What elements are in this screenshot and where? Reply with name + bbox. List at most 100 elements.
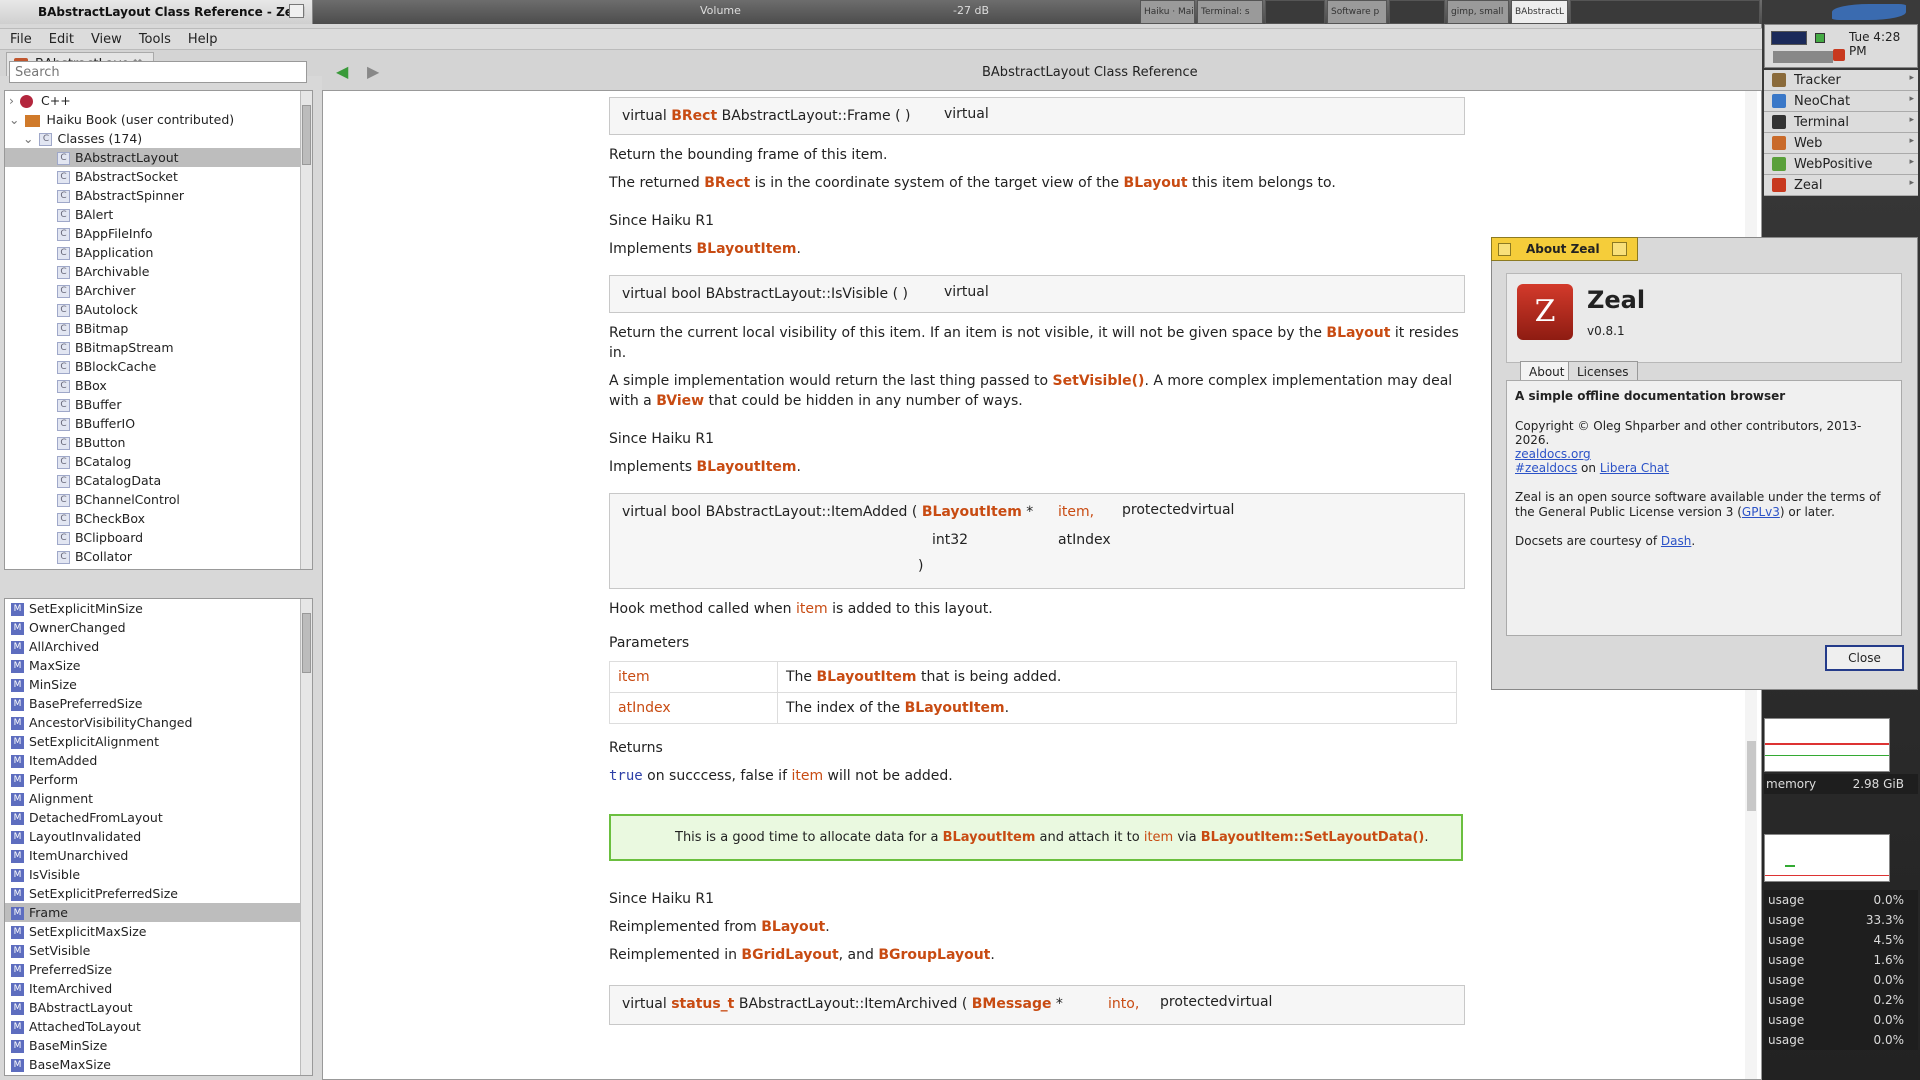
menu-file[interactable]: File <box>0 29 39 47</box>
tree-item-class[interactable]: C BBufferIO <box>5 414 312 433</box>
tree-item-class[interactable]: C BCheckBox <box>5 509 312 528</box>
symbol-item[interactable]: M ItemArchived <box>5 979 312 998</box>
taskbar-item-active[interactable]: BAbstractL <box>1511 0 1568 24</box>
taskbar-item[interactable]: Software p <box>1327 0 1387 24</box>
blayoutitem-link[interactable]: BLayoutItem <box>817 669 917 685</box>
blayout-link[interactable]: BLayout <box>761 919 825 935</box>
blayoutitem-link[interactable]: BLayoutItem <box>943 830 1036 845</box>
zoom-button[interactable] <box>289 4 304 18</box>
taskbar-item[interactable] <box>1389 0 1445 24</box>
symbol-item[interactable]: M MaxSize <box>5 656 312 675</box>
taskbar-item[interactable]: gimp, small <box>1447 0 1509 24</box>
tree-item-class[interactable]: C BBitmap <box>5 319 312 338</box>
bmessage-link[interactable]: BMessage <box>972 996 1052 1012</box>
tree-item-class[interactable]: C BChannelControl <box>5 490 312 509</box>
dash-link[interactable]: Dash <box>1661 534 1691 548</box>
tree-item-class[interactable]: C BAppFileInfo <box>5 224 312 243</box>
tree-item-class[interactable]: C BAbstractSpinner <box>5 186 312 205</box>
tab-licenses[interactable]: Licenses <box>1568 361 1638 381</box>
taskbar-item[interactable] <box>1570 0 1760 24</box>
symbol-item[interactable]: M BasePreferredSize <box>5 694 312 713</box>
deskbar-item-webpositive[interactable]: WebPositive ▸ <box>1764 154 1918 175</box>
clock[interactable]: Tue 4:28 PM <box>1849 30 1917 58</box>
gplv3-link[interactable]: GPLv3 <box>1742 505 1780 519</box>
menu-edit[interactable]: Edit <box>39 29 81 47</box>
tree-item-class[interactable]: C BApplication <box>5 243 312 262</box>
tree-item-class[interactable]: C BCatalog <box>5 452 312 471</box>
website-link[interactable]: zealdocs.org <box>1515 447 1591 461</box>
symbol-item[interactable]: M SetVisible <box>5 941 312 960</box>
symbol-item[interactable]: M DetachedFromLayout <box>5 808 312 827</box>
taskbar-item[interactable] <box>1265 0 1325 24</box>
tray-icons[interactable] <box>1773 51 1833 63</box>
tree-item-class[interactable]: C BBitmapStream <box>5 338 312 357</box>
symbol-item[interactable]: M Perform <box>5 770 312 789</box>
tree-item-class[interactable]: C BAbstractLayout <box>5 148 312 167</box>
symbol-item[interactable]: M SetExplicitMinSize <box>5 599 312 618</box>
blayout-link[interactable]: BLayout <box>1124 175 1188 191</box>
symbol-item[interactable]: M BaseMinSize <box>5 1036 312 1055</box>
menu-help[interactable]: Help <box>178 29 225 47</box>
tree-item-class[interactable]: C BAlert <box>5 205 312 224</box>
tree-item-class[interactable]: C BCollator <box>5 547 312 566</box>
symbol-item[interactable]: M Frame <box>5 903 312 922</box>
symbol-item[interactable]: M Alignment <box>5 789 312 808</box>
libera-chat-link[interactable]: Libera Chat <box>1600 461 1669 475</box>
status-t-link[interactable]: status_t <box>671 996 734 1012</box>
menu-tools[interactable]: Tools <box>129 29 178 47</box>
window-title-tab[interactable]: BAbstractLayout Class Reference - Zeal <box>0 0 313 24</box>
symbol-item[interactable]: M BaseMaxSize <box>5 1055 312 1074</box>
irc-link[interactable]: #zealdocs <box>1515 461 1577 475</box>
symbol-item[interactable]: M AncestorVisibilityChanged <box>5 713 312 732</box>
symbol-item[interactable]: M LayoutInvalidated <box>5 827 312 846</box>
symbol-item[interactable]: M ItemUnarchived <box>5 846 312 865</box>
zoom-button[interactable] <box>1612 242 1627 256</box>
close-button[interactable]: Close <box>1825 645 1904 671</box>
brect-link[interactable]: BRect <box>704 175 750 191</box>
brect-link[interactable]: BRect <box>671 108 717 124</box>
blayoutitem-link[interactable]: BLayoutItem <box>905 700 1005 716</box>
deskbar-item-web[interactable]: Web ▸ <box>1764 133 1918 154</box>
bgridlayout-link[interactable]: BGridLayout <box>741 947 838 963</box>
tree-item-class[interactable]: C BBlockCache <box>5 357 312 376</box>
search-input[interactable]: Search <box>9 61 307 83</box>
tree-item-cpp[interactable]: › C++ <box>5 91 312 110</box>
menu-view[interactable]: View <box>81 29 129 47</box>
forward-arrow-icon[interactable]: ▶ <box>367 62 379 81</box>
symbol-list[interactable]: M SetExplicitMinSize M OwnerChanged M AllArch… <box>4 598 313 1076</box>
deskbar-item-tracker[interactable]: Tracker ▸ <box>1764 70 1918 91</box>
setlayoutdata-link[interactable]: BLayoutItem::SetLayoutData() <box>1201 830 1425 845</box>
symbol-item[interactable]: M OwnerChanged <box>5 618 312 637</box>
volume-label[interactable]: Volume <box>700 4 741 17</box>
close-box[interactable] <box>1498 243 1511 256</box>
tree-item-class[interactable]: C BAbstractSocket <box>5 167 312 186</box>
tab-about[interactable]: About <box>1520 361 1574 381</box>
deskbar-item-neochat[interactable]: NeoChat ▸ <box>1764 91 1918 112</box>
tree-item-class[interactable]: C BAutolock <box>5 300 312 319</box>
haiku-leaf-icon[interactable] <box>1832 4 1906 20</box>
deskbar-item-zeal[interactable]: Zeal ▸ <box>1764 175 1918 196</box>
tree-item-class[interactable]: C BArchiver <box>5 281 312 300</box>
setvisible-link[interactable]: SetVisible() <box>1053 373 1145 389</box>
cpu-meter-icon[interactable] <box>1771 31 1807 45</box>
blayout-link[interactable]: BLayout <box>1326 325 1390 341</box>
symbol-item[interactable]: M BAbstractLayout <box>5 998 312 1017</box>
tree-scrollbar[interactable] <box>300 91 312 569</box>
taskbar-item[interactable]: Haiku · Mai <box>1140 0 1195 24</box>
zeal-tray-icon[interactable] <box>1833 49 1845 61</box>
symbol-item[interactable]: M PreferredSize <box>5 960 312 979</box>
bgrouplayout-link[interactable]: BGroupLayout <box>878 947 990 963</box>
blayoutitem-link[interactable]: BLayoutItem <box>697 241 797 257</box>
tree-item-class[interactable]: C BClipboard <box>5 528 312 547</box>
bview-link[interactable]: BView <box>656 393 704 409</box>
docset-tree[interactable]: › C++ ⌄ Haiku Book (user contributed) ⌄ C Cl… <box>4 90 313 570</box>
battery-icon[interactable] <box>1815 33 1825 43</box>
symbol-item[interactable]: M ItemAdded <box>5 751 312 770</box>
symbol-item[interactable]: M MinSize <box>5 675 312 694</box>
about-dialog-tab[interactable]: About Zeal <box>1491 237 1638 261</box>
symbol-item[interactable]: M IsVisible <box>5 865 312 884</box>
taskbar-item[interactable]: Terminal: s <box>1197 0 1263 24</box>
blayoutitem-link[interactable]: BLayoutItem <box>697 459 797 475</box>
tree-item-class[interactable]: C BArchivable <box>5 262 312 281</box>
back-arrow-icon[interactable]: ◀ <box>336 62 348 81</box>
